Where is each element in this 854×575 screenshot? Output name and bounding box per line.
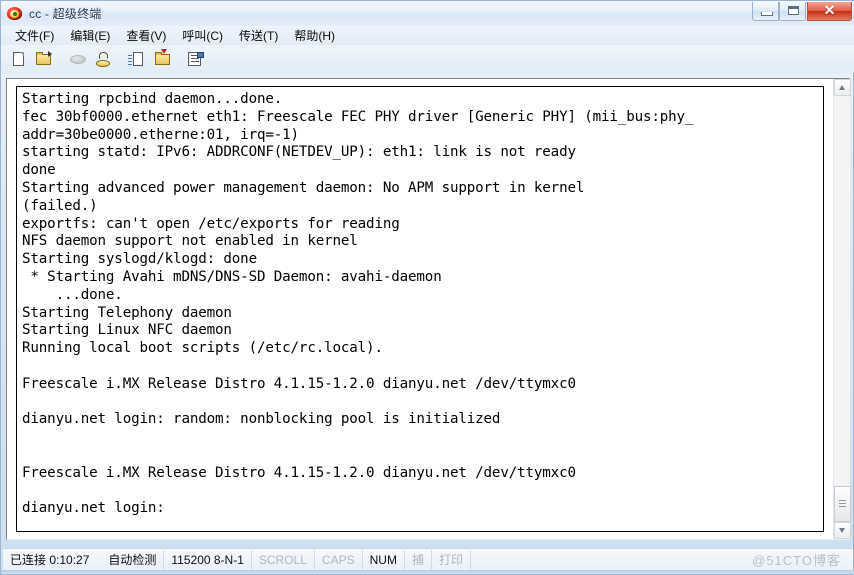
terminal-line: Starting Linux NFC daemon (22, 322, 232, 339)
hyperterminal-window: cc - 超级终端 ✕ 文件(F) 编辑(E) 查看(V) 呼叫(C) 传送(T… (0, 0, 854, 575)
window-controls: ✕ (752, 2, 852, 21)
status-num: NUM (363, 549, 405, 570)
terminal-screen[interactable]: Starting rpcbind daemon...done. fec 30bf0… (16, 86, 824, 532)
menu-bar: 文件(F) 编辑(E) 查看(V) 呼叫(C) 传送(T) 帮助(H) (1, 26, 854, 45)
toolbar-separator-2 (116, 48, 125, 71)
status-filler (471, 550, 752, 570)
close-button[interactable]: ✕ (807, 2, 852, 21)
terminal-output: Starting rpcbind daemon...done. fec 30bf0… (22, 91, 821, 518)
toolbar-separator-1 (57, 48, 66, 71)
terminal-line: exportfs: can't open /etc/exports for re… (22, 215, 400, 232)
terminal-panel: Starting rpcbind daemon...done. fec 30bf0… (6, 78, 850, 540)
terminal-line: dianyu.net login: (22, 500, 165, 517)
toolbar-separator-3 (175, 48, 184, 71)
terminal-line: Running local boot scripts (/etc/rc.loca… (22, 340, 383, 357)
minimize-button[interactable] (752, 2, 779, 21)
hyperterminal-icon (6, 5, 24, 23)
close-icon: ✕ (823, 2, 836, 18)
send-file-button[interactable] (125, 48, 149, 71)
open-connection-button[interactable] (32, 48, 56, 71)
receive-file-button[interactable] (150, 48, 174, 71)
status-print: 打印 (432, 549, 471, 570)
terminal-line: done (22, 162, 56, 179)
grip-icon (839, 500, 846, 507)
new-connection-button[interactable] (7, 48, 31, 71)
menu-item-call[interactable]: 呼叫(C) (174, 25, 231, 47)
terminal-line: Starting advanced power management daemo… (22, 179, 585, 196)
chevron-down-icon (839, 528, 845, 533)
terminal-line: Freescale i.MX Release Distro 4.1.15-1.2… (22, 375, 576, 392)
terminal-line: starting statd: IPv6: ADDRCONF(NETDEV_UP… (22, 144, 576, 161)
status-detect: 自动检测 (101, 549, 165, 570)
terminal-line: addr=30be0000.etherne:01, irq=-1) (22, 126, 299, 143)
properties-button[interactable] (184, 48, 208, 71)
toolbar (1, 45, 854, 73)
menu-item-view[interactable]: 查看(V) (118, 25, 174, 47)
status-caps: CAPS (315, 549, 363, 570)
window-bottom-edge (1, 570, 854, 574)
maximize-button[interactable] (779, 2, 806, 21)
scroll-up-button[interactable] (834, 79, 851, 96)
terminal-line: (failed.) (22, 197, 98, 214)
call-button[interactable] (66, 48, 90, 71)
status-serial: 115200 8-N-1 (164, 549, 252, 570)
scrollbar-track[interactable] (834, 96, 851, 522)
window-title: cc - 超级终端 (29, 7, 102, 21)
status-bar: 已连接 0:10:27 自动检测 115200 8-N-1 SCROLL CAP… (3, 548, 853, 570)
menu-item-help[interactable]: 帮助(H) (286, 25, 343, 47)
terminal-line: * Starting Avahi mDNS/DNS-SD Daemon: ava… (22, 268, 442, 285)
status-scroll: SCROLL (252, 549, 315, 570)
chevron-up-icon (839, 85, 845, 90)
scroll-down-button[interactable] (834, 522, 851, 539)
terminal-line: Starting Telephony daemon (22, 304, 232, 321)
minimize-icon (761, 12, 773, 16)
page-icon (13, 51, 24, 66)
scrollbar-thumb[interactable] (834, 486, 851, 522)
menu-item-file[interactable]: 文件(F) (7, 25, 62, 47)
terminal-line: NFS daemon support not enabled in kernel (22, 233, 358, 250)
hangup-icon (96, 51, 110, 67)
terminal-line: Freescale i.MX Release Distro 4.1.15-1.2… (22, 464, 576, 481)
phone-icon (70, 54, 86, 64)
maximize-icon (788, 6, 799, 15)
terminal-line: Starting rpcbind daemon...done. (22, 91, 283, 107)
menu-item-edit[interactable]: 编辑(E) (62, 25, 118, 47)
folder-open-icon (36, 50, 52, 65)
terminal-line: ...done. (22, 286, 123, 303)
watermark: @51CTO博客 (752, 553, 841, 568)
send-file-icon (128, 51, 143, 66)
status-capture: 捕 (405, 549, 432, 570)
terminal-scrollbar[interactable] (833, 79, 851, 539)
status-connection: 已连接 0:10:27 (10, 552, 90, 567)
disconnect-button[interactable] (91, 48, 115, 71)
terminal-line: dianyu.net login: random: nonblocking po… (22, 411, 501, 428)
title-bar[interactable]: cc - 超级终端 ✕ (1, 1, 854, 26)
menu-item-transfer[interactable]: 传送(T) (231, 25, 286, 47)
terminal-line: Starting syslogd/klogd: done (22, 251, 257, 268)
receive-file-icon (155, 48, 170, 65)
properties-icon (188, 51, 204, 66)
terminal-line: fec 30bf0000.ethernet eth1: Freescale FE… (22, 108, 694, 125)
